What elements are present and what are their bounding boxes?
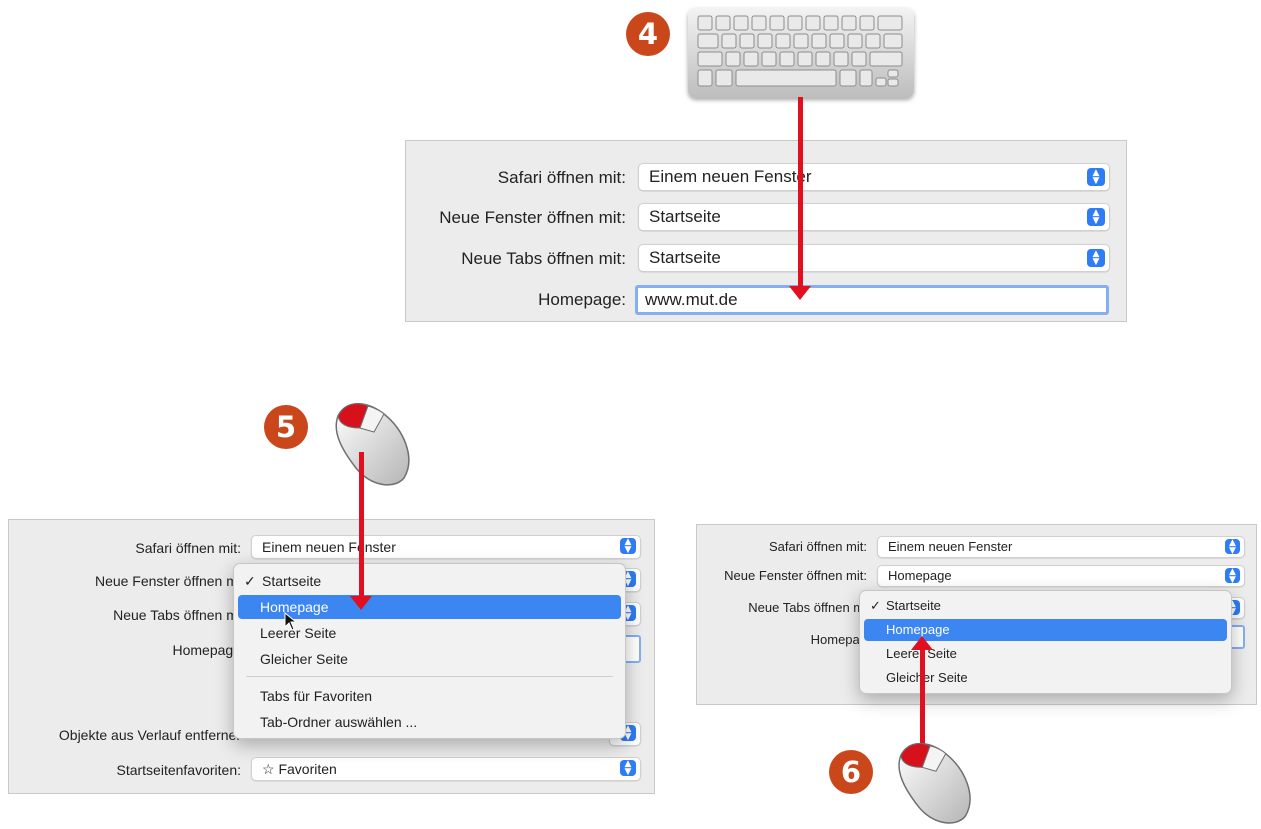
step-badge-5: 5: [264, 405, 308, 449]
row-new-windows: Neue Fenster öffnen mit: Homepage ▲ ▼: [697, 561, 1256, 591]
menu-item-gleicher-seite[interactable]: Gleicher Seite: [238, 647, 621, 671]
step-number: 6: [840, 755, 862, 789]
new-tabs-label: Neue Tabs öffnen mit:: [461, 249, 626, 268]
popup-stepper-icon: ▲ ▼: [1087, 249, 1105, 267]
row-safari-open-with: Safari öffnen mit: Einem neuen Fenster ▲…: [697, 532, 1256, 562]
homepage-label: Homepag: [810, 632, 867, 647]
menu-item-label: Tabs für Favoriten: [260, 688, 373, 704]
popup-value: Homepage: [888, 568, 952, 583]
arrow-5-line: [359, 452, 364, 597]
row-new-windows: Neue Fenster öffnen mit: Startseite ▲ ▼: [406, 203, 1126, 233]
favorites-value: Favoriten: [278, 761, 337, 777]
popup-value: Einem neuen Fenster: [649, 167, 812, 186]
popup-stepper-icon: ▲ ▼: [1087, 208, 1105, 226]
arrow-6-line: [920, 650, 925, 746]
popup-stepper-icon: ▲ ▼: [1087, 168, 1105, 186]
new-windows-label: Neue Fenster öffnen mi: [94, 573, 241, 589]
safari-open-with-popup[interactable]: Einem neuen Fenster ▲ ▼: [877, 536, 1245, 558]
new-windows-label: Neue Fenster öffnen mit:: [439, 208, 626, 227]
row-safari-open-with: Safari öffnen mit: Einem neuen Fenster ▲…: [406, 163, 1126, 193]
menu-item-label: Startseite: [886, 598, 941, 613]
popup-value: Startseite: [649, 248, 721, 267]
homepage-label: Homepage: [172, 642, 242, 658]
menu-item-label: Tab-Ordner auswählen ...: [260, 714, 418, 730]
menu-separator: [246, 676, 613, 677]
menu-item-startseite[interactable]: ✓ Startseite: [238, 569, 621, 593]
step-number: 5: [275, 410, 297, 444]
menu-item-choose-tab-folder[interactable]: Tab-Ordner auswählen ...: [238, 710, 621, 734]
safari-open-with-label: Safari öffnen mit:: [497, 168, 626, 187]
new-windows-popup[interactable]: Startseite ▲ ▼: [638, 203, 1110, 231]
popup-stepper-icon: ▲ ▼: [620, 538, 636, 555]
new-windows-label: Neue Fenster öffnen mit:: [724, 568, 867, 583]
arrow-4-head: [789, 286, 811, 300]
safari-open-with-label: Safari öffnen mit:: [768, 539, 867, 554]
menu-item-gleicher-seite[interactable]: Gleicher Seite: [864, 667, 1227, 689]
arrow-5-head: [350, 596, 372, 610]
step-number: 4: [637, 17, 659, 51]
step-badge-4: 4: [626, 12, 670, 56]
homepage-field[interactable]: www.mut.de: [635, 285, 1109, 315]
row-safari-open-with: Safari öffnen mit: Einem neuen Fenster ▲…: [9, 533, 654, 563]
menu-item-label: Gleicher Seite: [886, 670, 968, 685]
pointer-cursor-icon: [284, 612, 298, 631]
row-startpage-favorites: Startseitenfavoriten: ☆ Favoriten ▲ ▼: [9, 755, 654, 785]
keyboard-keys-icon: [697, 15, 903, 87]
remove-history-label: Objekte aus Verlauf entferner: [58, 727, 241, 743]
startpage-favorites-popup[interactable]: ☆ Favoriten ▲ ▼: [251, 757, 641, 781]
new-tabs-label: Neue Tabs öffnen mi: [748, 600, 867, 615]
menu-item-startseite[interactable]: ✓ Startseite: [864, 595, 1227, 617]
new-windows-popup[interactable]: Homepage ▲ ▼: [877, 565, 1245, 587]
row-homepage: Homepage: www.mut.de: [406, 285, 1126, 315]
startpage-favorites-label: Startseitenfavoriten:: [116, 762, 241, 778]
keyboard-icon: [688, 8, 914, 98]
safari-open-with-popup[interactable]: Einem neuen Fenster ▲ ▼: [251, 535, 641, 559]
arrow-4-line: [798, 97, 803, 287]
safari-general-settings-panel: Safari öffnen mit: Einem neuen Fenster ▲…: [405, 140, 1127, 322]
mouse-icon: [898, 742, 971, 824]
mouse-icon: [335, 403, 410, 486]
checkmark-icon: ✓: [870, 598, 881, 613]
row-new-tabs: Neue Tabs öffnen mit: Startseite ▲ ▼: [406, 244, 1126, 274]
popup-stepper-icon: ▲ ▼: [620, 760, 636, 777]
popup-stepper-icon: ▲ ▼: [1225, 538, 1240, 555]
homepage-label: Homepage:: [538, 290, 626, 309]
menu-item-label: Startseite: [262, 573, 322, 589]
popup-value: ☆ Favoriten: [262, 758, 337, 780]
homepage-value: www.mut.de: [645, 290, 738, 309]
menu-item-tabs-for-favorites[interactable]: Tabs für Favoriten: [238, 684, 621, 708]
menu-item-label: Gleicher Seite: [260, 651, 348, 667]
safari-open-with-popup[interactable]: Einem neuen Fenster ▲ ▼: [638, 163, 1110, 191]
checkmark-icon: ✓: [244, 573, 256, 589]
popup-value: Einem neuen Fenster: [888, 539, 1013, 554]
star-icon: ☆: [262, 761, 275, 777]
popup-value: Startseite: [649, 207, 721, 226]
new-tabs-popup[interactable]: Startseite ▲ ▼: [638, 244, 1110, 272]
safari-open-with-label: Safari öffnen mit:: [135, 540, 241, 556]
new-tabs-label: Neue Tabs öffnen mi: [113, 607, 241, 623]
popup-value: Einem neuen Fenster: [262, 539, 396, 555]
new-windows-dropdown-menu: ✓ Startseite Homepage Leerer Seite Gleic…: [233, 563, 626, 739]
step-badge-6: 6: [829, 750, 873, 794]
arrow-6-head: [911, 636, 933, 650]
popup-stepper-icon: ▲ ▼: [1225, 567, 1240, 584]
